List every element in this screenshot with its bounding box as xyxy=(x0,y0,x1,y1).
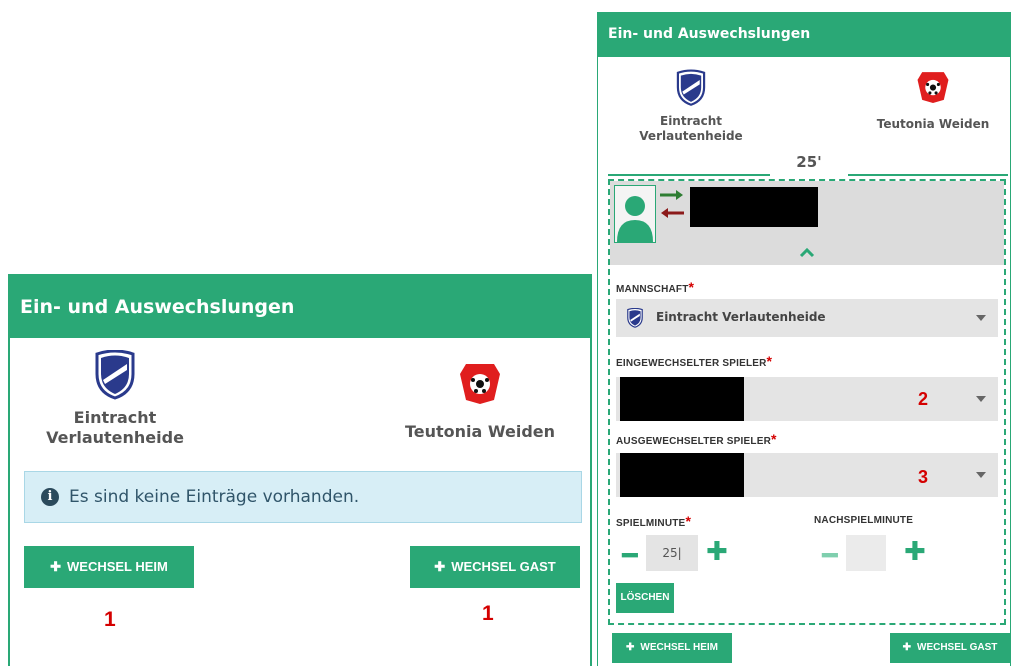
plus-icon: ✚ xyxy=(902,642,911,653)
redacted-player-in xyxy=(620,377,744,421)
plus-icon: ✚ xyxy=(50,559,61,574)
eintracht-crest-icon xyxy=(626,307,644,332)
home-team-name-line2: Verlautenheide xyxy=(46,428,184,447)
minute-label-text: SPIELMINUTE xyxy=(616,518,686,529)
minute-increment-button[interactable]: ✚ xyxy=(706,539,728,565)
chevron-up-icon[interactable] xyxy=(798,243,816,258)
away-team: Teutonia Weiden xyxy=(380,360,580,441)
delete-substitution-button[interactable]: LÖSCHEN xyxy=(616,583,674,613)
eintracht-crest-icon xyxy=(675,69,707,107)
minute-divider-right xyxy=(848,174,1008,176)
home-team-name-line1: Eintracht xyxy=(73,408,157,427)
minute-display: 25' xyxy=(796,153,822,171)
required-mark: * xyxy=(685,513,692,529)
home-team-name: Eintracht Verlautenheide xyxy=(616,114,766,144)
substitution-summary[interactable] xyxy=(610,181,1004,265)
info-icon: i xyxy=(41,488,59,506)
extra-minute-increment-button[interactable]: ✚ xyxy=(904,539,926,565)
team-select-value: Eintracht Verlautenheide xyxy=(656,310,826,324)
minute-decrement-button[interactable]: ━ xyxy=(622,543,638,569)
team-field-label-text: MANNSCHAFT xyxy=(616,284,689,295)
player-in-select[interactable]: 2 xyxy=(616,377,998,421)
plus-icon: ✚ xyxy=(626,642,635,653)
empty-info-alert: i Es sind keine Einträge vorhanden. xyxy=(24,471,582,523)
home-team-name: Eintracht Verlautenheide xyxy=(40,408,190,448)
player-in-field-label: EINGEWECHSELTER SPIELER* xyxy=(616,353,772,369)
away-team-name: Teutonia Weiden xyxy=(876,117,990,131)
chevron-down-icon xyxy=(976,396,986,402)
substitution-card: MANNSCHAFT* Eintracht Verlautenheide EIN… xyxy=(608,179,1006,625)
info-text: Es sind keine Einträge vorhanden. xyxy=(69,487,360,507)
required-mark: * xyxy=(688,279,695,295)
extra-minute-decrement-button[interactable]: ━ xyxy=(822,543,838,569)
annotation-marker-player-in: 2 xyxy=(918,389,929,409)
home-team-name-line2: Verlautenheide xyxy=(639,129,743,143)
add-home-substitution-label: WECHSEL HEIM xyxy=(67,559,168,574)
required-mark: * xyxy=(766,353,773,369)
add-away-substitution-label: WECHSEL GAST xyxy=(451,559,556,574)
minute-divider-left xyxy=(608,174,770,176)
player-out-select[interactable]: 3 xyxy=(616,453,998,497)
redacted-player-out xyxy=(620,453,744,497)
eintracht-crest-icon xyxy=(93,349,137,400)
away-team: Teutonia Weiden xyxy=(858,69,1008,131)
add-home-substitution-label: WECHSEL HEIM xyxy=(640,642,718,653)
player-avatar-icon xyxy=(614,185,656,243)
panel-title: Ein- und Auswechslungen xyxy=(8,276,592,338)
home-team: Eintracht Verlautenheide xyxy=(40,349,190,448)
arrow-out-icon xyxy=(660,205,684,219)
add-away-substitution-label: WECHSEL GAST xyxy=(917,642,998,653)
minute-input[interactable]: 25| xyxy=(646,535,698,571)
required-mark: * xyxy=(771,431,777,447)
add-home-substitution-button[interactable]: ✚ WECHSEL HEIM xyxy=(612,633,732,663)
team-field-label: MANNSCHAFT* xyxy=(616,279,694,295)
add-away-substitution-button[interactable]: ✚ WECHSEL GAST xyxy=(410,546,580,588)
chevron-down-icon xyxy=(976,472,986,478)
home-team: Eintracht Verlautenheide xyxy=(616,69,766,144)
teutonia-crest-icon xyxy=(916,69,950,103)
plus-icon: ✚ xyxy=(434,559,446,574)
panel-title: Ein- und Auswechslungen xyxy=(597,13,1011,57)
annotation-marker-player-out: 3 xyxy=(918,467,929,487)
away-team-name: Teutonia Weiden xyxy=(404,422,556,441)
player-out-field-label: AUSGEWECHSELTER SPIELER* xyxy=(616,431,777,447)
substitutions-panel-left: Ein- und Auswechslungen Eintracht Verlau… xyxy=(8,274,592,666)
home-team-name-line1: Eintracht xyxy=(660,114,722,128)
annotation-marker-away: 1 xyxy=(482,602,494,625)
extra-minute-field-label: NACHSPIELMINUTE xyxy=(814,515,914,526)
annotation-marker-home: 1 xyxy=(104,608,116,631)
add-home-substitution-button[interactable]: ✚ WECHSEL HEIM xyxy=(24,546,194,588)
add-away-substitution-button[interactable]: ✚ WECHSEL GAST xyxy=(890,633,1010,663)
arrow-in-icon xyxy=(660,187,684,201)
player-in-label-text: EINGEWECHSELTER SPIELER xyxy=(616,358,767,369)
minute-field-label: SPIELMINUTE* xyxy=(616,513,691,529)
player-out-label-text: AUSGEWECHSELTER SPIELER xyxy=(616,436,771,447)
redacted-player-names xyxy=(690,187,818,227)
chevron-down-icon xyxy=(976,315,986,321)
substitutions-panel-right: Ein- und Auswechslungen Eintracht Verlau… xyxy=(597,12,1011,666)
team-select[interactable]: Eintracht Verlautenheide xyxy=(616,299,998,337)
teutonia-crest-icon xyxy=(458,360,502,404)
extra-minute-input[interactable] xyxy=(846,535,886,571)
